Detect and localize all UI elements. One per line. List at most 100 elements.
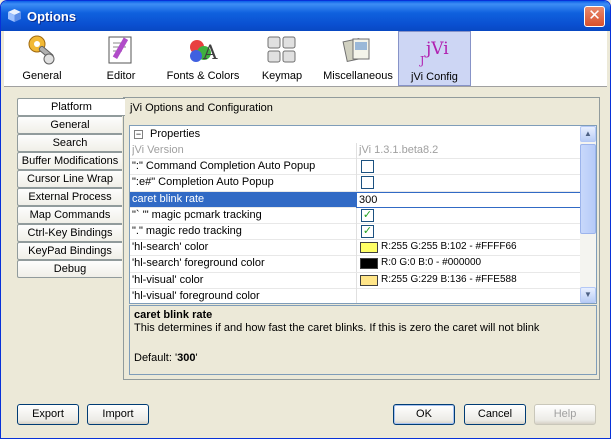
toolbar-keymap[interactable]: Keymap bbox=[246, 31, 318, 86]
scroll-up-button[interactable]: ▲ bbox=[580, 126, 596, 142]
help-button[interactable]: Help bbox=[534, 404, 596, 425]
property-name: ":e#" Completion Auto Popup bbox=[132, 176, 274, 189]
color-swatch bbox=[360, 274, 378, 286]
property-row[interactable]: 'hl-visual' foreground color bbox=[130, 288, 581, 303]
property-name: 'hl-search' foreground color bbox=[132, 257, 265, 270]
export-button[interactable]: Export bbox=[17, 404, 79, 425]
checkbox[interactable] bbox=[361, 176, 374, 190]
window-title: Options bbox=[27, 9, 77, 24]
color-value[interactable]: R:0 G:0 B:0 - #000000 bbox=[356, 256, 581, 273]
chevron-down-icon: ▼ bbox=[584, 290, 592, 299]
property-row[interactable]: ":e#" Completion Auto Popup bbox=[130, 175, 581, 192]
import-button[interactable]: Import bbox=[87, 404, 149, 425]
side-tab-cursor-line-wrap[interactable]: Cursor Line Wrap bbox=[17, 170, 122, 188]
keymap-icon bbox=[267, 36, 296, 63]
toolbar-label: Keymap bbox=[261, 70, 303, 82]
side-tabs: Platform General Search Buffer Modificat… bbox=[17, 98, 125, 278]
property-value bbox=[356, 159, 581, 176]
category-toolbar: General Editor A Fonts & Colors Keymap M… bbox=[4, 31, 607, 87]
property-row[interactable]: 'hl-visual' color R:255 G:229 B:136 - #F… bbox=[130, 272, 581, 289]
collapse-icon[interactable]: − bbox=[134, 130, 143, 139]
property-row[interactable]: "` '" magic pcmark tracking ✓ bbox=[130, 207, 581, 224]
side-tab-general[interactable]: General bbox=[17, 116, 122, 134]
toolbar-general[interactable]: General bbox=[6, 31, 78, 86]
property-value-text: jVi 1.3.1.beta8.2 bbox=[359, 144, 439, 156]
scroll-thumb[interactable] bbox=[580, 144, 596, 234]
side-tab-keypad-bindings[interactable]: KeyPad Bindings bbox=[17, 242, 122, 260]
default-value: 300 bbox=[177, 352, 196, 364]
cancel-button[interactable]: Cancel bbox=[464, 404, 526, 425]
property-name: jVi Version bbox=[132, 144, 184, 156]
fonts-colors-icon: A bbox=[190, 40, 218, 64]
toolbar-miscellaneous[interactable]: Miscellaneous bbox=[318, 31, 398, 86]
options-window: Options ✕ General Editor A Fonts & Color… bbox=[0, 0, 611, 439]
property-row-selected[interactable]: caret blink rate 300 bbox=[130, 191, 581, 208]
side-tab-ctrl-key-bindings[interactable]: Ctrl-Key Bindings bbox=[17, 224, 122, 242]
gears-icon bbox=[28, 35, 55, 65]
property-row[interactable]: 'hl-search' foreground color R:0 G:0 B:0… bbox=[130, 256, 581, 273]
property-row[interactable]: ":" Command Completion Auto Popup bbox=[130, 159, 581, 176]
toolbar-label: Fonts & Colors bbox=[166, 70, 240, 82]
side-tab-map-commands[interactable]: Map Commands bbox=[17, 206, 122, 224]
close-button[interactable]: ✕ bbox=[584, 6, 605, 27]
default-prefix: Default: ' bbox=[134, 352, 178, 364]
ok-button[interactable]: OK bbox=[393, 404, 455, 425]
color-value-text: R:0 G:0 B:0 - #000000 bbox=[381, 257, 482, 269]
property-sheet: − Properties jVi Version jVi 1.3.1.beta8… bbox=[129, 125, 597, 304]
toolbar-fonts-colors[interactable]: A Fonts & Colors bbox=[164, 31, 242, 86]
properties-category[interactable]: − Properties bbox=[130, 126, 581, 143]
color-swatch bbox=[360, 242, 378, 254]
property-row[interactable]: "." magic redo tracking ✓ bbox=[130, 223, 581, 241]
property-name: "` '" magic pcmark tracking bbox=[132, 208, 262, 221]
property-rows: jVi Version jVi 1.3.1.beta8.2 ":" Comman… bbox=[130, 143, 581, 303]
property-name: 'hl-visual' color bbox=[132, 273, 204, 286]
toolbar-editor[interactable]: Editor bbox=[85, 31, 157, 86]
side-tab-platform[interactable]: Platform bbox=[17, 98, 125, 116]
property-name: 'hl-visual' foreground color bbox=[132, 289, 260, 302]
netbeans-cube-icon bbox=[8, 9, 21, 22]
side-tab-external-process[interactable]: External Process bbox=[17, 188, 122, 206]
side-tab-search[interactable]: Search bbox=[17, 134, 122, 152]
jvi-icon: J jVi bbox=[419, 39, 449, 67]
miscellaneous-icon bbox=[342, 37, 370, 63]
color-value[interactable]: R:255 G:229 B:136 - #FFE588 bbox=[356, 272, 581, 289]
checkbox[interactable] bbox=[361, 160, 374, 174]
svg-text:A: A bbox=[202, 40, 218, 64]
property-value bbox=[356, 175, 581, 192]
caret-blink-rate-input[interactable]: 300 bbox=[356, 191, 581, 208]
toolbar-label: Miscellaneous bbox=[323, 70, 393, 82]
title-bar[interactable]: Options ✕ bbox=[1, 1, 610, 31]
description-area: caret blink rate This determines if and … bbox=[129, 305, 597, 375]
toolbar-label: Editor bbox=[106, 70, 136, 82]
property-value-text: 300 bbox=[359, 193, 378, 206]
property-name: "." magic redo tracking bbox=[132, 224, 242, 237]
toolbar-label: jVi Config bbox=[411, 71, 458, 83]
panel-heading: jVi Options and Configuration bbox=[130, 102, 273, 114]
toolbar-label: General bbox=[22, 70, 62, 82]
description-text: This determines if and how fast the care… bbox=[134, 322, 540, 334]
jvi-icon-text: jVi bbox=[424, 39, 449, 59]
property-row[interactable]: 'hl-search' color R:255 G:255 B:102 - #F… bbox=[130, 240, 581, 257]
description-title: caret blink rate bbox=[134, 309, 213, 321]
vertical-scrollbar[interactable]: ▲ ▼ bbox=[580, 126, 596, 303]
editor-icon bbox=[108, 36, 132, 64]
property-value[interactable] bbox=[356, 288, 581, 303]
color-value-text: R:255 G:229 B:136 - #FFE588 bbox=[381, 273, 517, 285]
property-name: caret blink rate bbox=[132, 192, 205, 205]
color-value[interactable]: R:255 G:255 B:102 - #FFFF66 bbox=[356, 240, 581, 257]
property-value: ✓ bbox=[356, 223, 581, 240]
side-tab-debug[interactable]: Debug bbox=[17, 260, 122, 278]
color-value-text: R:255 G:255 B:102 - #FFFF66 bbox=[381, 241, 517, 253]
color-swatch bbox=[360, 258, 378, 270]
description-default: Default: '300' bbox=[134, 352, 198, 364]
side-tab-buffer-modifications[interactable]: Buffer Modifications bbox=[17, 152, 122, 170]
property-name: 'hl-search' color bbox=[132, 241, 209, 254]
property-name: ":" Command Completion Auto Popup bbox=[132, 160, 316, 173]
toolbar-jvi-config[interactable]: J jVi jVi Config bbox=[398, 31, 471, 86]
platform-panel: jVi Options and Configuration − Properti… bbox=[123, 97, 600, 380]
checkmark-icon: ✓ bbox=[362, 224, 373, 237]
checkbox-checked[interactable]: ✓ bbox=[361, 208, 374, 222]
scroll-down-button[interactable]: ▼ bbox=[580, 287, 596, 303]
property-row[interactable]: jVi Version jVi 1.3.1.beta8.2 bbox=[130, 143, 581, 160]
checkbox-checked[interactable]: ✓ bbox=[361, 224, 374, 238]
